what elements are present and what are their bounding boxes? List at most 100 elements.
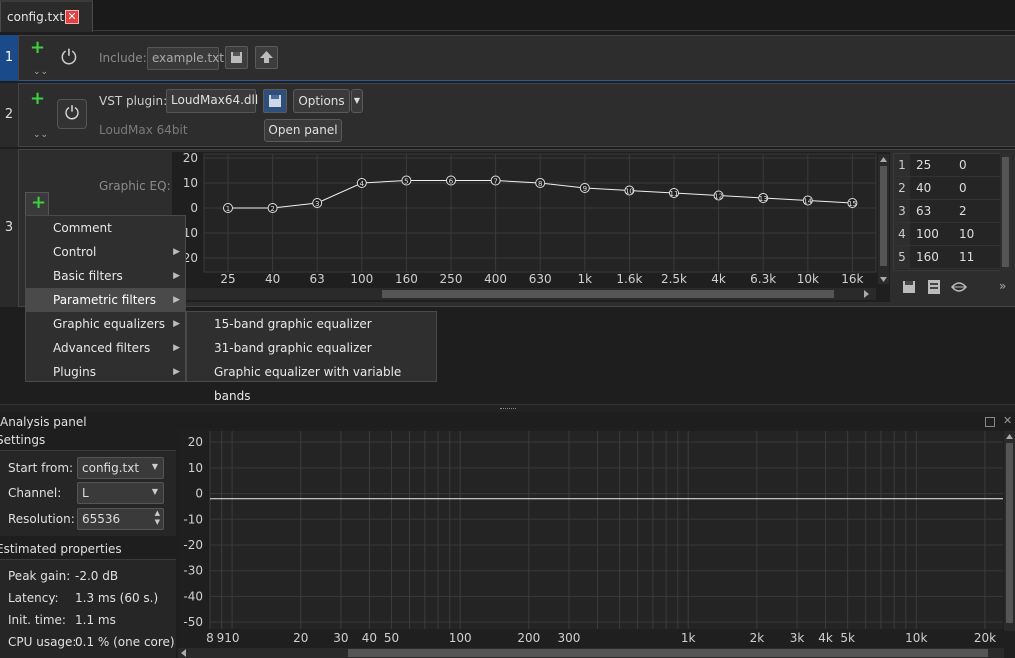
power-icon[interactable]: ⏻ [61,46,77,68]
menu-item-basic-filters[interactable]: Basic filters ▶ [26,264,185,288]
horizontal-scrollbar[interactable] [382,290,834,298]
x-tick-label: 250 [440,272,463,286]
y-tick-label: 10 [183,176,198,190]
prop-value: 1.3 ms (60 s.) [75,591,159,605]
y-tick-label: 10 [188,461,203,475]
prop-value: 1.1 ms [75,613,116,627]
include-field[interactable]: example.txt [147,47,224,70]
eq-band-number: 15 [848,200,857,208]
menu-item-plugins[interactable]: Plugins ▶ [26,360,185,384]
prop-key: CPU usage: [8,635,77,649]
open-file-icon[interactable] [225,46,248,69]
x-tick-label: 100 [350,272,373,286]
menu-item-comment[interactable]: Comment [26,216,185,240]
filter-row-2 [0,83,1015,147]
x-tick-label: 25 [220,272,235,286]
band-table[interactable]: 1 25 0 2 40 0 3 63 2 4 100 10 5 160 11 [893,153,1011,271]
eq-band-number: 14 [803,198,812,206]
graphic-eq-chart[interactable]: 20100102025 40 63 100 160 250 400 630 1k 1.6k 2.5k… [172,152,894,304]
invert-icon[interactable] [950,279,968,295]
gain-cell[interactable]: 0 [959,181,967,195]
expand-icon[interactable]: ⌄⌄ [33,67,48,77]
analysis-chart[interactable]: 20100-10-20-30-40-508 910 20 30 40 50 100 200 30… [178,429,1015,658]
float-icon[interactable] [985,417,995,427]
vst-label: VST plugin: [99,94,168,108]
freq-cell[interactable]: 160 [916,250,939,264]
menu-item-control[interactable]: Control ▶ [26,240,185,264]
x-tick-label: 10k [905,631,927,645]
x-tick-label: 4k [818,631,833,645]
x-tick-label: 1.6k [616,272,642,286]
table-row[interactable]: 4 100 10 [894,223,1000,246]
x-tick-label: 6.3k [750,272,776,286]
prop-value: -2.0 dB [75,569,119,583]
eq-band-number: 1 [226,205,230,213]
analysis-title: Analysis panel [0,415,87,429]
menu-item-advanced-filters[interactable]: Advanced filters ▶ [26,336,185,360]
vertical-scrollbar[interactable] [880,166,887,266]
row-number[interactable]: 2 [0,83,19,147]
x-tick-label: 20 [293,631,308,645]
eq-band-number: 9 [583,185,587,193]
submenu-item-15band[interactable]: 15-band graphic equalizer [187,312,436,336]
settings-title: Settings [0,433,46,447]
gain-cell[interactable]: 0 [959,158,967,172]
prop-key: Peak gain: [8,569,71,583]
gain-cell[interactable]: 10 [959,227,974,241]
x-tick-label: 4k [711,272,726,286]
expand-icon[interactable]: ⌄⌄ [33,130,48,140]
x-tick-label: 16k [841,272,863,286]
close-icon[interactable]: ✕ [65,10,79,24]
submenu-item-variable[interactable]: Graphic equalizer with variable bands [187,360,436,403]
upload-icon[interactable] [255,46,278,69]
row-number[interactable]: 1 [0,35,19,81]
eq-band-number: 11 [670,190,679,198]
freq-cell[interactable]: 40 [916,181,931,195]
y-tick-label: 20 [183,152,198,165]
row-number[interactable]: 3 [0,149,19,307]
add-button[interactable]: + [25,192,49,216]
chevron-down-icon[interactable]: ▼ [351,89,363,113]
close-icon[interactable]: ✕ [1003,414,1012,427]
table-row[interactable]: 1 25 0 [894,154,1000,177]
open-panel-button[interactable]: Open panel [264,119,342,142]
x-tick-label: 30 [333,631,348,645]
x-tick-label: 1k [578,272,593,286]
freq-cell[interactable]: 100 [916,227,939,241]
horizontal-scrollbar[interactable] [348,649,988,657]
vst-field[interactable]: LoudMax64.dll [166,89,258,113]
tab-config[interactable]: config.txt ✕ [0,0,93,32]
load-icon[interactable] [926,279,942,295]
start-from-select[interactable]: config.txt ▼ [77,457,164,479]
table-row[interactable]: 2 40 0 [894,177,1000,200]
x-tick-label: 20k [974,631,996,645]
plugin-name: LoudMax 64bit [99,123,188,137]
menu-item-parametric-filters[interactable]: Parametric filters ▶ [26,288,185,312]
submenu-item-31band[interactable]: 31-band graphic equalizer [187,336,436,360]
table-row[interactable]: 3 63 2 [894,200,1000,223]
table-scrollbar[interactable] [1000,153,1011,271]
table-row[interactable]: 5 160 11 [894,246,1000,269]
x-tick-label: 2k [750,631,765,645]
open-file-icon[interactable] [263,89,287,113]
power-button[interactable]: ⏻ [57,99,87,129]
gain-cell[interactable]: 11 [959,250,974,264]
resolution-spinbox[interactable]: 65536 ▲ ▼ [77,508,164,530]
more-icon[interactable]: » [999,279,1006,293]
y-tick-label: 0 [195,487,203,501]
vertical-scrollbar[interactable] [1006,443,1013,623]
x-tick-label: 8 [206,631,214,645]
y-tick-label: -50 [183,615,203,629]
options-button[interactable]: Options [293,89,350,113]
add-icon[interactable]: + [30,90,45,108]
add-icon[interactable]: + [30,39,45,57]
eq-band-number: 7 [493,178,497,186]
eq-band-number: 6 [449,178,454,186]
freq-cell[interactable]: 25 [916,158,931,172]
freq-cell[interactable]: 63 [916,204,931,218]
gain-cell[interactable]: 2 [959,204,967,218]
save-icon[interactable] [901,279,917,295]
channel-select[interactable]: L ▼ [77,482,164,504]
menu-item-graphic-equalizers[interactable]: Graphic equalizers ▶ [26,312,185,336]
splitter[interactable] [0,404,1015,412]
